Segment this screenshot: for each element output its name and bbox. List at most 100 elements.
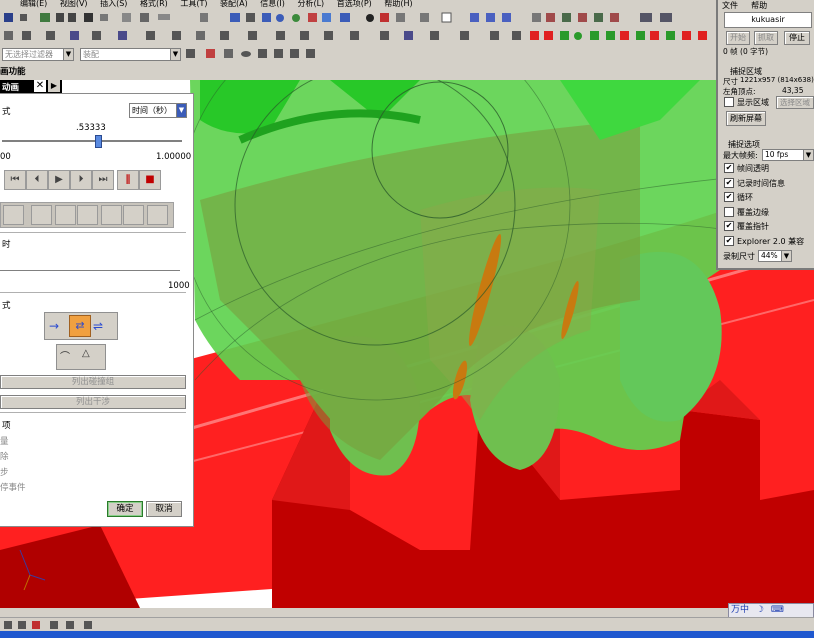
recorder-title-text: kukuasir [751, 15, 785, 24]
status-strip [0, 617, 814, 632]
show-area-checkbox[interactable] [724, 97, 734, 107]
cancel-button[interactable]: 取消 [146, 501, 182, 517]
menu-help[interactable]: 帮助(H) [384, 0, 412, 8]
steps-slider-track[interactable] [0, 270, 180, 271]
list-interference-label: 列出干涉 [75, 397, 110, 407]
snap-toolbar-icons[interactable] [184, 45, 324, 62]
list-collision-button[interactable]: 列出碰撞组 [0, 375, 186, 389]
menu-info[interactable]: 信息(I) [260, 0, 285, 8]
menu-preferences[interactable]: 首选项(P) [337, 0, 372, 8]
menu-edit[interactable]: 编辑(E) [20, 0, 47, 8]
mode-label-2: 式 [2, 301, 11, 311]
recorder-menu-help[interactable]: 帮助 [751, 1, 767, 10]
menu-format[interactable]: 格式(R) [140, 0, 168, 8]
capture-label: 抓取 [758, 33, 774, 42]
slider-value: .53333 [76, 123, 106, 133]
ime-text: 万中 [731, 605, 750, 615]
selection-toolbar: 无选择过滤器 ▼ 装配 ▼ [0, 45, 814, 63]
menu-tools[interactable]: 工具(T) [180, 0, 207, 8]
menu-analysis[interactable]: 分析(L) [297, 0, 324, 8]
menu-insert[interactable]: 插入(S) [100, 0, 127, 8]
recorder-title-field[interactable]: kukuasir [724, 12, 812, 28]
capture-option-checkbox[interactable]: ✔ [724, 177, 734, 188]
collision-icon-1[interactable]: ⌒ [60, 348, 78, 365]
menu-view[interactable]: 视图(V) [60, 0, 88, 8]
time-slider-thumb[interactable] [95, 135, 103, 148]
tool-icon-4[interactable] [77, 205, 98, 225]
mode-label: 式 [2, 107, 11, 117]
slider-max: 1.00000 [156, 152, 192, 162]
capture-option-label: 覆盖指针 [737, 222, 769, 231]
corner-value: 43,35 [782, 86, 804, 95]
capture-option-checkbox[interactable]: ✔ [724, 192, 734, 202]
ok-button[interactable]: 确定 [107, 501, 143, 517]
option-2[interactable]: 除 [0, 450, 9, 462]
tool-icon-2[interactable] [31, 205, 52, 225]
windows-taskbar[interactable] [0, 631, 814, 638]
chevron-down-icon[interactable]: ▼ [170, 49, 180, 60]
stop-button[interactable]: ■ [139, 170, 161, 190]
time-slider-track[interactable] [2, 140, 182, 142]
options-header: 项 [2, 421, 11, 431]
collision-icon-2[interactable]: △ [82, 348, 100, 365]
ime-toolbar[interactable]: 万中 ☽ ⌨ [728, 603, 814, 618]
play-button[interactable]: ▶ [48, 170, 70, 190]
moon-icon: ☽ [755, 605, 764, 615]
time-unit-select[interactable]: 时间（秒） ▼ [129, 103, 187, 118]
chevron-down-icon[interactable]: ▼ [176, 104, 186, 117]
chevron-down-icon[interactable]: ▼ [781, 251, 791, 261]
reverse-motion-icon[interactable]: ⇌ [93, 318, 111, 334]
step-forward-button[interactable]: ⏵ [70, 170, 92, 190]
capture-button[interactable]: 抓取 [754, 31, 778, 45]
list-collision-label: 列出碰撞组 [71, 377, 115, 387]
tab-animation[interactable]: 动画 [2, 81, 19, 93]
refresh-screen-button[interactable]: 刷新屏幕 [726, 111, 766, 126]
loop-motion-icon[interactable]: ⇄ [69, 315, 91, 337]
capture-option-checkbox[interactable]: ✔ [724, 235, 734, 246]
slider-min: 00 [0, 152, 11, 162]
chevron-down-icon[interactable]: ▼ [63, 49, 73, 60]
animation-panel-title: 画功能 [0, 67, 26, 77]
chevron-down-icon[interactable]: ▼ [803, 150, 813, 160]
tool-icon-6[interactable] [123, 205, 144, 225]
close-icon[interactable]: ✕ [34, 80, 46, 92]
capture-option-checkbox[interactable]: ✔ [724, 163, 734, 173]
assembly-scope-combo[interactable]: 装配 ▼ [80, 48, 181, 61]
forward-motion-icon[interactable]: → [49, 318, 67, 334]
menu-assembly[interactable]: 装配(A) [220, 0, 248, 8]
max-fps-select[interactable]: 10 fps ▼ [762, 149, 814, 161]
recorder-menu-file[interactable]: 文件 [722, 1, 738, 10]
start-button[interactable]: 开始 [726, 31, 750, 45]
keyboard-icon[interactable]: ⌨ [771, 605, 784, 615]
option-1[interactable]: 量 [0, 435, 9, 447]
tool-icon-1[interactable] [3, 205, 24, 225]
chevron-right-icon[interactable]: ▶ [48, 80, 60, 92]
assembly-scope-text: 装配 [83, 50, 99, 59]
tool-icon-7[interactable] [147, 205, 168, 225]
option-4[interactable]: 停事件 [0, 481, 26, 493]
tool-icon-5[interactable] [101, 205, 122, 225]
capture-option-checkbox[interactable]: ✔ [724, 221, 734, 231]
select-area-button[interactable]: 选择区域 [776, 96, 814, 109]
refresh-screen-label: 刷新屏幕 [730, 114, 762, 123]
tool-icon-3[interactable] [55, 205, 76, 225]
time-unit-text: 时间（秒） [132, 106, 172, 115]
list-interference-button[interactable]: 列出干涉 [0, 395, 186, 409]
capture-option-checkbox[interactable] [724, 206, 734, 217]
to-end-button[interactable]: ⏭ [92, 170, 114, 190]
menu-strip: 编辑(E) 视图(V) 插入(S) 格式(R) 工具(T) 装配(A) 信息(I… [20, 0, 740, 8]
pause-button[interactable]: ∥ [117, 170, 139, 190]
steps-max: 1000 [168, 281, 190, 291]
status-strip-icons[interactable] [2, 618, 122, 632]
tab-strip: 画功能 [0, 62, 814, 81]
selection-filter-combo[interactable]: 无选择过滤器 ▼ [2, 48, 74, 61]
stop-recording-button[interactable]: 停止 [784, 31, 810, 45]
record-size-select[interactable]: 44% ▼ [758, 250, 792, 262]
step-back-button[interactable]: ⏴ [26, 170, 48, 190]
to-start-button[interactable]: ⏮ [4, 170, 26, 190]
record-size-value: 44% [761, 251, 778, 260]
standard-toolbar-icons[interactable] [0, 9, 716, 27]
capture-option-label: 循环 [737, 193, 753, 202]
feature-toolbar-icons[interactable] [0, 27, 716, 45]
option-3[interactable]: 步 [0, 466, 9, 478]
